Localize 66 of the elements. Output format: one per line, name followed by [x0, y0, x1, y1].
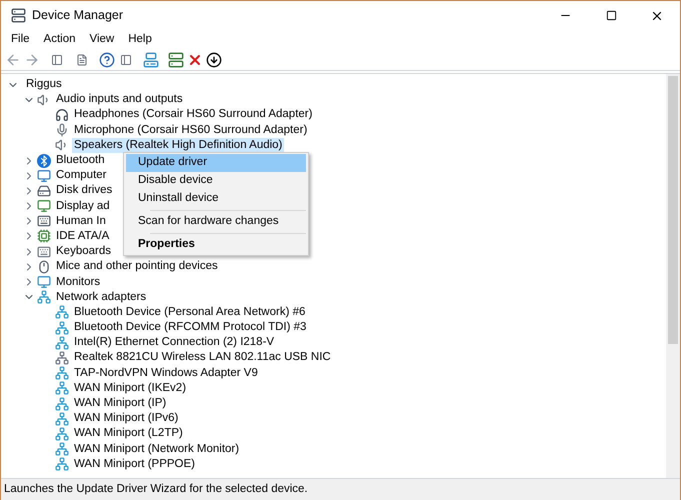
network-adapter-icon — [55, 320, 69, 335]
tree-item[interactable]: WAN Miniport (IKEv2) — [72, 380, 188, 396]
menu-item[interactable]: File — [5, 30, 36, 48]
tree-item[interactable]: WAN Miniport (IPv6) — [72, 411, 180, 426]
scrollbar[interactable] — [666, 74, 680, 478]
tree-item[interactable]: Network adapters — [54, 290, 148, 305]
tree-item[interactable]: Intel(R) Ethernet Connection (2) I218-V — [72, 335, 276, 350]
network-adapter-icon — [55, 426, 69, 441]
network-adapter-icon — [55, 412, 69, 426]
window-title: Device Manager — [32, 7, 124, 24]
context-menu-item[interactable]: Update driver — [126, 154, 306, 172]
context-menu-item[interactable]: Disable device — [126, 172, 306, 190]
status-bar: Launches the Update Driver Wizard for the selected device. — [1, 478, 680, 500]
tree-item[interactable]: Riggus — [24, 77, 64, 92]
disk-drive-icon — [37, 184, 51, 198]
menu-item[interactable]: View — [84, 30, 120, 48]
context-menu-item[interactable]: Uninstall device — [126, 190, 306, 208]
tree-item[interactable]: Disk drives — [54, 183, 114, 198]
network-adapter-icon — [55, 350, 69, 365]
network-adapter-icon — [55, 366, 69, 380]
tree-item[interactable]: WAN Miniport (IP) — [72, 396, 168, 412]
network-adapter-icon — [55, 396, 69, 411]
download-icon[interactable] — [206, 52, 222, 68]
network-adapter-icon — [55, 381, 69, 396]
context-menu-item[interactable]: Scan for hardware changes — [126, 213, 306, 231]
tree-item[interactable]: Microphone (Corsair HS60 Surround Adapter) — [72, 122, 310, 138]
device-icon[interactable] — [168, 52, 184, 68]
headphones-icon — [55, 108, 69, 122]
chip-icon — [37, 229, 51, 244]
tree-item[interactable]: Speakers (Realtek High Definition Audio) — [72, 138, 284, 153]
network-adapter-icon — [55, 442, 69, 456]
network-adapter-icon — [37, 290, 51, 304]
network-adapter-icon — [55, 457, 69, 472]
tree-item[interactable]: Keyboards — [54, 244, 113, 260]
tree-item[interactable]: Human In — [54, 214, 108, 229]
tree-item[interactable]: TAP-NordVPN Windows Adapter V9 — [72, 366, 260, 381]
network-adapter-icon — [55, 336, 69, 350]
tree-item[interactable]: Bluetooth — [54, 153, 107, 168]
scrollbar-thumb[interactable] — [668, 76, 678, 344]
tree-item[interactable]: Monitors — [54, 274, 102, 290]
app-icon — [11, 8, 26, 23]
network-adapter-icon — [55, 305, 69, 320]
tree-item[interactable]: Bluetooth Device (RFCOMM Protocol TDI) #3 — [72, 320, 308, 336]
maximize-icon — [606, 10, 616, 21]
help-icon[interactable] — [99, 52, 115, 68]
computer-icon — [37, 168, 51, 183]
tree-item[interactable]: WAN Miniport (PPPOE) — [72, 456, 197, 472]
keyboard-icon — [37, 214, 51, 228]
tree-item[interactable]: Headphones (Corsair HS60 Surround Adapter) — [72, 107, 314, 122]
bluetooth-icon — [37, 154, 51, 168]
tree-item[interactable]: Realtek 8821CU Wireless LAN 802.11ac USB NIC — [72, 350, 333, 366]
display-adapter-icon — [37, 199, 51, 214]
tree-item[interactable]: WAN Miniport (L2TP) — [72, 426, 185, 442]
tree-item[interactable]: Mice and other pointing devices — [54, 259, 220, 274]
tree-item[interactable]: WAN Miniport (Network Monitor) — [72, 442, 242, 457]
tree-item[interactable]: Audio inputs and outputs — [54, 92, 185, 108]
keyboard-icon — [37, 244, 51, 259]
tree-item[interactable]: Display ad — [54, 198, 112, 214]
menu-item[interactable]: Help — [122, 30, 158, 48]
context-menu-item[interactable]: Properties — [126, 236, 306, 254]
mouse-icon — [37, 260, 51, 274]
tree-item[interactable]: Computer — [54, 168, 108, 184]
menu-item[interactable]: Action — [38, 30, 82, 48]
tree-item[interactable]: Bluetooth Device (Personal Area Network) #6 — [72, 304, 308, 320]
microphone-icon — [55, 123, 69, 138]
tree-item[interactable]: IDE ATA/A — [54, 228, 112, 244]
